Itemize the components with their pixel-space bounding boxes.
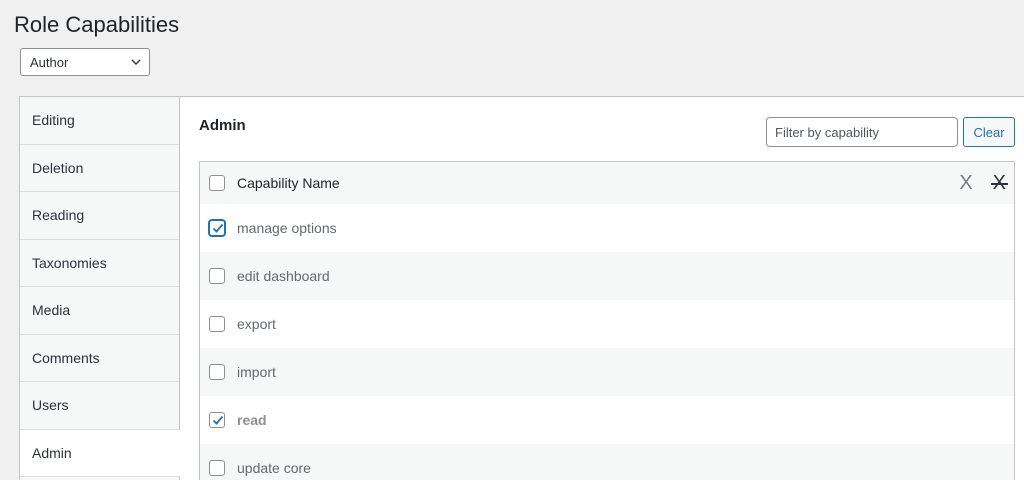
capability-checkbox[interactable] [209, 268, 225, 284]
capability-checkbox[interactable] [209, 460, 225, 476]
clear-button[interactable]: Clear [963, 117, 1015, 147]
capability-name: manage options [237, 220, 337, 236]
capabilities-panel: Editing Deletion Reading Taxonomies Medi… [19, 96, 1024, 480]
checkmark-icon [212, 223, 224, 233]
tab-editing[interactable]: Editing [20, 97, 179, 145]
role-select-value: Author [30, 54, 69, 70]
tab-label: Reading [32, 207, 85, 224]
tab-users[interactable]: Users [20, 382, 179, 430]
column-header-capability: Capability Name [237, 175, 340, 191]
tab-label: Editing [32, 112, 75, 129]
tab-content: Admin Clear Capability Name X X manage o… [180, 97, 1024, 480]
header-icons: X X [959, 162, 1009, 204]
tab-deletion[interactable]: Deletion [20, 144, 179, 192]
table-row: edit dashboard [200, 252, 1014, 300]
capability-name: edit dashboard [237, 268, 330, 284]
table-row: export [200, 300, 1014, 348]
tab-admin[interactable]: Admin [20, 429, 180, 477]
tab-media[interactable]: Media [20, 287, 179, 335]
capability-checkbox[interactable] [209, 220, 225, 236]
capability-checkbox[interactable] [209, 316, 225, 332]
tab-comments[interactable]: Comments [20, 334, 179, 382]
table-row: read [200, 396, 1014, 444]
table-header: Capability Name X X [200, 162, 1014, 204]
tab-label: Comments [32, 349, 100, 366]
chevron-down-icon [131, 59, 141, 65]
capability-table: Capability Name X X manage options edit … [199, 161, 1015, 480]
capability-tabs: Editing Deletion Reading Taxonomies Medi… [20, 97, 180, 480]
tab-taxonomies[interactable]: Taxonomies [20, 239, 179, 287]
tab-label: Deletion [32, 159, 84, 176]
table-row: manage options [200, 204, 1014, 252]
capability-name: update core [237, 460, 311, 476]
tab-label: Taxonomies [32, 254, 107, 271]
filter-input[interactable] [766, 117, 958, 147]
section-title: Admin [199, 117, 246, 134]
table-row: import [200, 348, 1014, 396]
checkmark-icon [212, 415, 224, 425]
page-title: Role Capabilities [14, 12, 180, 37]
capability-checkbox[interactable] [209, 364, 225, 380]
tab-label: Users [32, 397, 69, 414]
revoke-all-icon[interactable]: X [990, 173, 1009, 193]
deny-all-icon[interactable]: X [959, 173, 972, 193]
role-select[interactable]: Author [20, 48, 150, 76]
tab-reading[interactable]: Reading [20, 192, 179, 240]
select-all-checkbox[interactable] [209, 175, 225, 191]
table-row: update core [200, 444, 1014, 480]
capability-name: read [237, 412, 267, 428]
capability-name: export [237, 316, 276, 332]
tab-label: Media [32, 302, 71, 319]
capability-name: import [237, 364, 276, 380]
tab-label: Admin [32, 444, 72, 461]
capability-checkbox[interactable] [209, 412, 225, 428]
